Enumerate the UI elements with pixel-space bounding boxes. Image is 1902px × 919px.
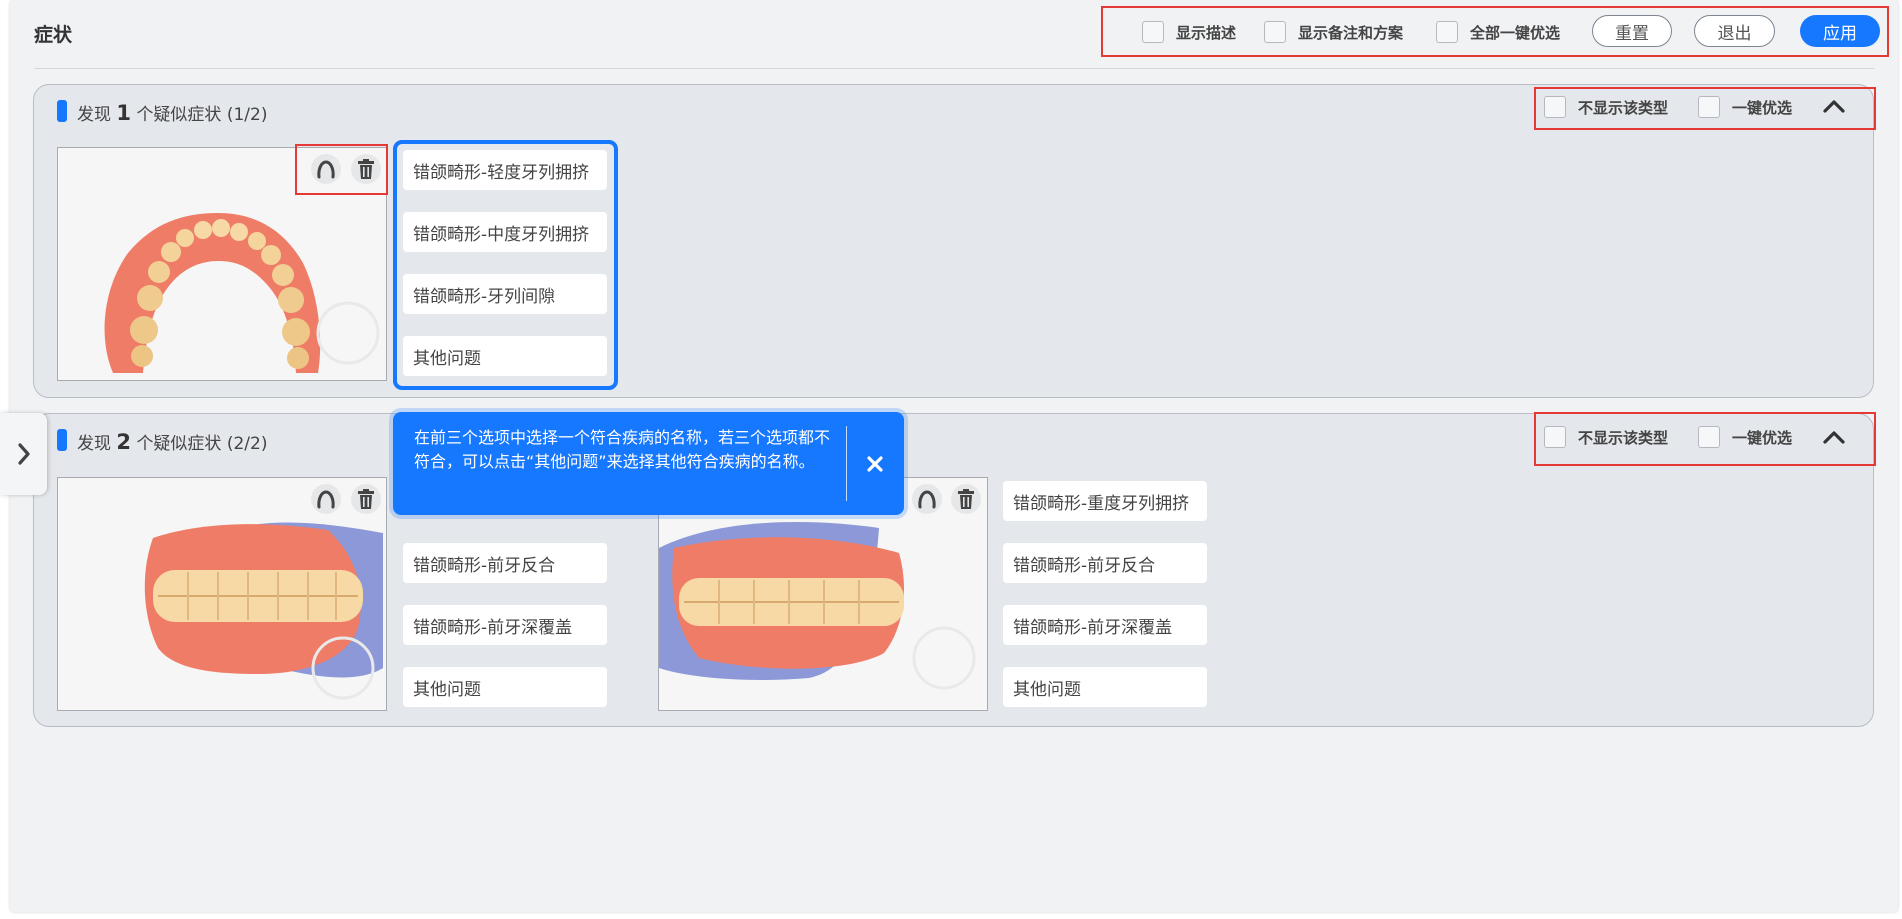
chevron-up-icon [1823, 100, 1845, 113]
symptom-option[interactable]: 错颌畸形-前牙反合 [1003, 543, 1207, 583]
section-2-collapse-button[interactable] [1821, 427, 1847, 447]
side-expand-tab[interactable] [0, 413, 47, 495]
section-1-quick-select-checkbox[interactable] [1698, 96, 1720, 118]
symptom-option[interactable]: 错颌畸形-前牙深覆盖 [1003, 605, 1207, 645]
delete-image-button[interactable] [351, 484, 381, 514]
delete-image-button[interactable] [951, 484, 981, 514]
section-1-hide-type-checkbox[interactable] [1544, 96, 1566, 118]
section-2-suffix: 个疑似症状 (2/2) [136, 434, 268, 454]
jaw-view-button[interactable] [912, 484, 942, 514]
select-all-label: 全部一键优选 [1470, 24, 1561, 42]
symptom-option[interactable]: 错颌畸形-前牙深覆盖 [403, 605, 607, 645]
section-2-hide-type-label: 不显示该类型 [1578, 429, 1669, 447]
guide-tooltip: 在前三个选项中选择一个符合疾病的名称，若三个选项都不符合，可以点击“其他问题”来… [393, 412, 904, 515]
symptom-option[interactable]: 错颌畸形-牙列间隙 [403, 274, 607, 314]
dental-scan-image[interactable] [57, 477, 387, 711]
symptom-option[interactable]: 错颌畸形-轻度牙列拥挤 [403, 150, 607, 190]
trash-icon [358, 159, 374, 179]
select-all-checkbox[interactable] [1436, 21, 1458, 43]
show-description-label: 显示描述 [1176, 24, 1237, 42]
tooltip-close-button[interactable] [861, 450, 889, 478]
delete-image-button[interactable] [351, 154, 381, 184]
section-1-count: 1 [116, 101, 132, 125]
symptom-option[interactable]: 错颌畸形-前牙反合 [403, 543, 607, 583]
show-description-checkbox[interactable] [1142, 21, 1164, 43]
jaw-icon [918, 490, 936, 509]
symptom-option-other[interactable]: 其他问题 [403, 336, 607, 376]
section-marker [57, 100, 67, 122]
section-2-quick-select-checkbox[interactable] [1698, 426, 1720, 448]
section-2-prefix: 发现 [77, 434, 111, 454]
symptom-option[interactable]: 错颌畸形-中度牙列拥挤 [403, 212, 607, 252]
trash-icon [358, 489, 374, 509]
reset-button[interactable]: 重置 [1592, 15, 1672, 47]
symptom-option[interactable]: 错颌畸形-重度牙列拥挤 [1003, 481, 1207, 521]
trash-icon [958, 489, 974, 509]
section-2-count: 2 [116, 430, 132, 454]
section-2-quick-select-label: 一键优选 [1732, 429, 1793, 447]
show-notes-checkbox[interactable] [1264, 21, 1286, 43]
tooltip-text: 在前三个选项中选择一个符合疾病的名称，若三个选项都不符合，可以点击“其他问题”来… [414, 428, 831, 471]
tooltip-divider [846, 426, 847, 501]
symptom-option-other[interactable]: 其他问题 [1003, 667, 1207, 707]
section-1-quick-select-label: 一键优选 [1732, 99, 1793, 117]
page-title: 症状 [34, 24, 73, 46]
chevron-right-icon [17, 443, 30, 465]
section-2-hide-type-checkbox[interactable] [1544, 426, 1566, 448]
section-1-prefix: 发现 [77, 105, 111, 125]
section-1-suffix: 个疑似症状 (1/2) [136, 105, 268, 125]
header-divider [34, 68, 1874, 69]
show-notes-label: 显示备注和方案 [1298, 24, 1404, 42]
section-1-hide-type-label: 不显示该类型 [1578, 99, 1669, 117]
jaw-view-button[interactable] [311, 154, 341, 184]
chevron-up-icon [1823, 431, 1845, 444]
jaw-icon [317, 490, 335, 509]
exit-button[interactable]: 退出 [1694, 15, 1775, 47]
symptom-option-other[interactable]: 其他问题 [403, 667, 607, 707]
frontal-bite-scan [144, 522, 383, 700]
section-1-collapse-button[interactable] [1821, 96, 1847, 116]
section-marker [57, 429, 67, 451]
section-2-heading: 发现 2 个疑似症状 (2/2) [77, 429, 267, 454]
apply-button[interactable]: 应用 [1800, 15, 1880, 47]
close-icon [867, 456, 883, 472]
jaw-icon [317, 160, 335, 179]
jaw-view-button[interactable] [311, 484, 341, 514]
section-1-heading: 发现 1 个疑似症状 (1/2) [77, 100, 267, 125]
